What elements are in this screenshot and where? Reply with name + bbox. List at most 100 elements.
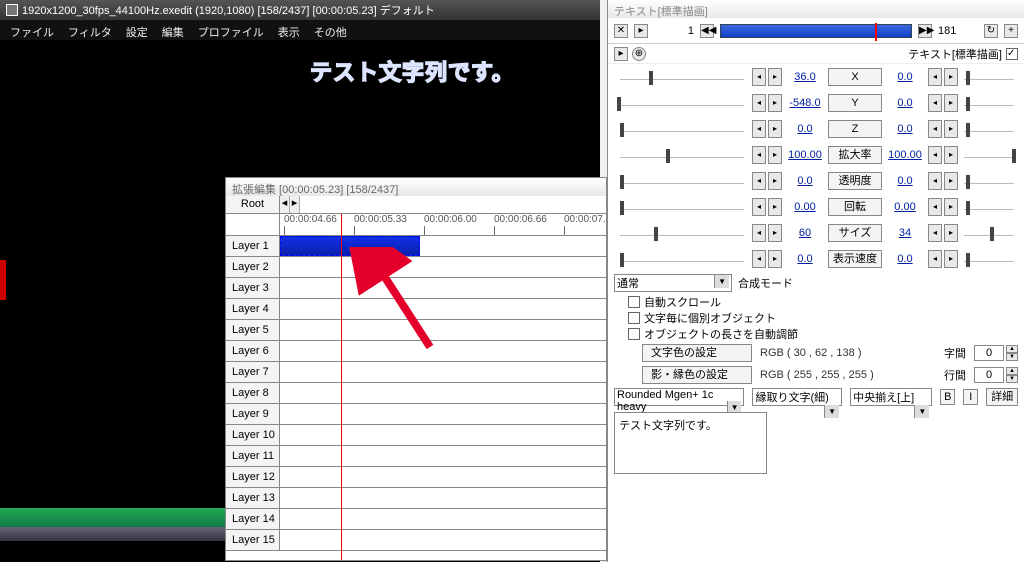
param-name-button[interactable]: サイズ — [828, 224, 882, 242]
param-value-right[interactable]: 0.0 — [884, 97, 926, 109]
bold-button[interactable]: B — [940, 389, 955, 405]
text-content-input[interactable] — [614, 412, 767, 474]
text-color-button[interactable]: 文字色の設定 — [642, 344, 752, 362]
menu-other[interactable]: その他 — [314, 24, 347, 36]
param-name-button[interactable]: 回転 — [828, 198, 882, 216]
nudge-left-icon[interactable]: ◂ — [752, 120, 766, 138]
layer-track[interactable] — [280, 383, 606, 403]
nudge-left-icon[interactable]: ◂ — [752, 146, 766, 164]
nudge-right-icon[interactable]: ▸ — [768, 224, 782, 242]
nudge-right-icon[interactable]: ▸ — [944, 68, 958, 86]
layer-label[interactable]: Layer 4 — [226, 299, 280, 319]
nudge-right-icon[interactable]: ▸ — [768, 250, 782, 268]
param-value-right[interactable]: 34 — [884, 227, 926, 239]
prev-strip-icon[interactable]: ▸ — [634, 24, 648, 38]
nudge-left-icon[interactable]: ◂ — [928, 146, 942, 164]
param-value-left[interactable]: 60 — [784, 227, 826, 239]
param-value-left[interactable]: 0.0 — [784, 253, 826, 265]
spin-up-icon[interactable]: ▲ — [1006, 345, 1018, 353]
nudge-left-icon[interactable]: ◂ — [928, 250, 942, 268]
layer-label[interactable]: Layer 14 — [226, 509, 280, 529]
rewind-icon[interactable]: ◀◀ — [700, 24, 714, 38]
param-value-right[interactable]: 0.0 — [884, 71, 926, 83]
layer-track[interactable] — [280, 509, 606, 529]
layer-track[interactable] — [280, 404, 606, 424]
section-icon[interactable]: ⊕ — [632, 47, 646, 61]
nudge-right-icon[interactable]: ▸ — [768, 120, 782, 138]
param-slider-left[interactable] — [614, 251, 750, 267]
param-value-left[interactable]: 36.0 — [784, 71, 826, 83]
scroll-right-icon[interactable]: ▸ — [290, 196, 300, 213]
collapse-icon[interactable]: ▸ — [614, 47, 628, 61]
nudge-left-icon[interactable]: ◂ — [752, 68, 766, 86]
param-value-left[interactable]: 0.0 — [784, 175, 826, 187]
detail-button[interactable]: 詳細 — [986, 388, 1018, 406]
param-name-button[interactable]: 表示速度 — [828, 250, 882, 268]
nudge-left-icon[interactable]: ◂ — [928, 172, 942, 190]
italic-button[interactable]: I — [963, 389, 978, 405]
scroll-left-icon[interactable]: ◂ — [280, 196, 290, 213]
root-button[interactable]: Root — [226, 196, 280, 213]
menu-filter[interactable]: フィルタ — [68, 24, 112, 36]
nudge-left-icon[interactable]: ◂ — [752, 94, 766, 112]
time-ruler[interactable]: 00:00:04.66 00:00:05.33 00:00:06.00 00:0… — [280, 214, 606, 235]
spin-up-icon[interactable]: ▲ — [1006, 367, 1018, 375]
nudge-right-icon[interactable]: ▸ — [944, 198, 958, 216]
timeline-hscroll[interactable]: ◂▸ — [280, 196, 606, 213]
param-slider-left[interactable] — [614, 95, 750, 111]
layer-label[interactable]: Layer 1 — [226, 236, 280, 256]
loop-icon[interactable]: ↻ — [984, 24, 998, 38]
nudge-right-icon[interactable]: ▸ — [944, 250, 958, 268]
layer-label[interactable]: Layer 13 — [226, 488, 280, 508]
param-name-button[interactable]: 透明度 — [828, 172, 882, 190]
param-slider-left[interactable] — [614, 199, 750, 215]
menu-edit[interactable]: 編集 — [162, 24, 184, 36]
blend-mode-combo[interactable]: 通常 — [614, 274, 732, 292]
close-strip-icon[interactable]: ✕ — [614, 24, 628, 38]
layer-label[interactable]: Layer 8 — [226, 383, 280, 403]
param-slider-right[interactable] — [960, 251, 1018, 267]
audio-track-1[interactable] — [0, 508, 225, 528]
layer-label[interactable]: Layer 5 — [226, 320, 280, 340]
nudge-right-icon[interactable]: ▸ — [768, 172, 782, 190]
param-value-left[interactable]: 0.0 — [784, 123, 826, 135]
nudge-left-icon[interactable]: ◂ — [752, 224, 766, 242]
nudge-right-icon[interactable]: ▸ — [768, 146, 782, 164]
param-slider-left[interactable] — [614, 147, 750, 163]
nudge-right-icon[interactable]: ▸ — [944, 120, 958, 138]
frame-slider[interactable] — [720, 24, 912, 38]
param-name-button[interactable]: Y — [828, 94, 882, 112]
nudge-right-icon[interactable]: ▸ — [768, 94, 782, 112]
shadow-color-button[interactable]: 影・縁色の設定 — [642, 366, 752, 384]
param-slider-right[interactable] — [960, 95, 1018, 111]
nudge-right-icon[interactable]: ▸ — [944, 94, 958, 112]
layer-label[interactable]: Layer 2 — [226, 257, 280, 277]
add-icon[interactable]: + — [1004, 24, 1018, 38]
param-value-right[interactable]: 0.0 — [884, 123, 926, 135]
align-combo[interactable]: 中央揃え[上] — [850, 388, 932, 406]
checkbox[interactable] — [628, 312, 640, 324]
param-slider-left[interactable] — [614, 173, 750, 189]
layer-track[interactable] — [280, 467, 606, 487]
param-value-right[interactable]: 100.00 — [884, 149, 926, 161]
menu-file[interactable]: ファイル — [10, 24, 54, 36]
checkbox[interactable] — [628, 296, 640, 308]
param-slider-left[interactable] — [614, 225, 750, 241]
preview-text-object[interactable]: テスト文字列です。 — [310, 55, 515, 87]
layer-label[interactable]: Layer 10 — [226, 425, 280, 445]
param-slider-right[interactable] — [960, 225, 1018, 241]
section-enable-check[interactable] — [1006, 48, 1018, 60]
nudge-right-icon[interactable]: ▸ — [768, 198, 782, 216]
param-slider-right[interactable] — [960, 199, 1018, 215]
layer-track[interactable] — [280, 488, 606, 508]
style-combo[interactable]: 縁取り文字(細) — [752, 388, 842, 406]
param-slider-right[interactable] — [960, 147, 1018, 163]
spin-down-icon[interactable]: ▼ — [1006, 353, 1018, 361]
layer-track[interactable] — [280, 425, 606, 445]
main-window-titlebar[interactable]: 1920x1200_30fps_44100Hz.exedit (1920,108… — [0, 0, 600, 20]
param-name-button[interactable]: X — [828, 68, 882, 86]
timeline-titlebar[interactable]: 拡張編集 [00:00:05.23] [158/2437] — [226, 178, 606, 196]
nudge-left-icon[interactable]: ◂ — [928, 94, 942, 112]
menu-view[interactable]: 表示 — [278, 24, 300, 36]
nudge-left-icon[interactable]: ◂ — [928, 198, 942, 216]
